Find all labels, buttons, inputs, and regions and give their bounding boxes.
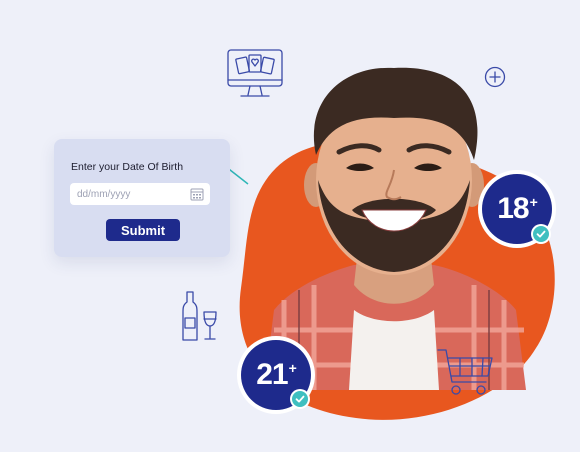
dob-form-card: Enter your Date Of Birth Submit [54,139,230,257]
age-18-plus: + [529,194,538,210]
age-21-plus: + [288,360,297,376]
check-icon [533,226,549,242]
dob-date-input[interactable] [70,183,210,205]
wine-bottle-glass-icon [182,291,217,341]
computer-cards-icon [227,49,283,97]
calendar-icon[interactable] [190,187,204,201]
dob-label: Enter your Date Of Birth [71,161,184,173]
check-icon [292,391,308,407]
age-21-number: 21 [256,358,288,391]
submit-button[interactable]: Submit [106,219,180,241]
shopping-cart-icon [437,349,493,395]
age-18-number: 18 [497,192,529,225]
plus-circle-icon [484,66,506,88]
